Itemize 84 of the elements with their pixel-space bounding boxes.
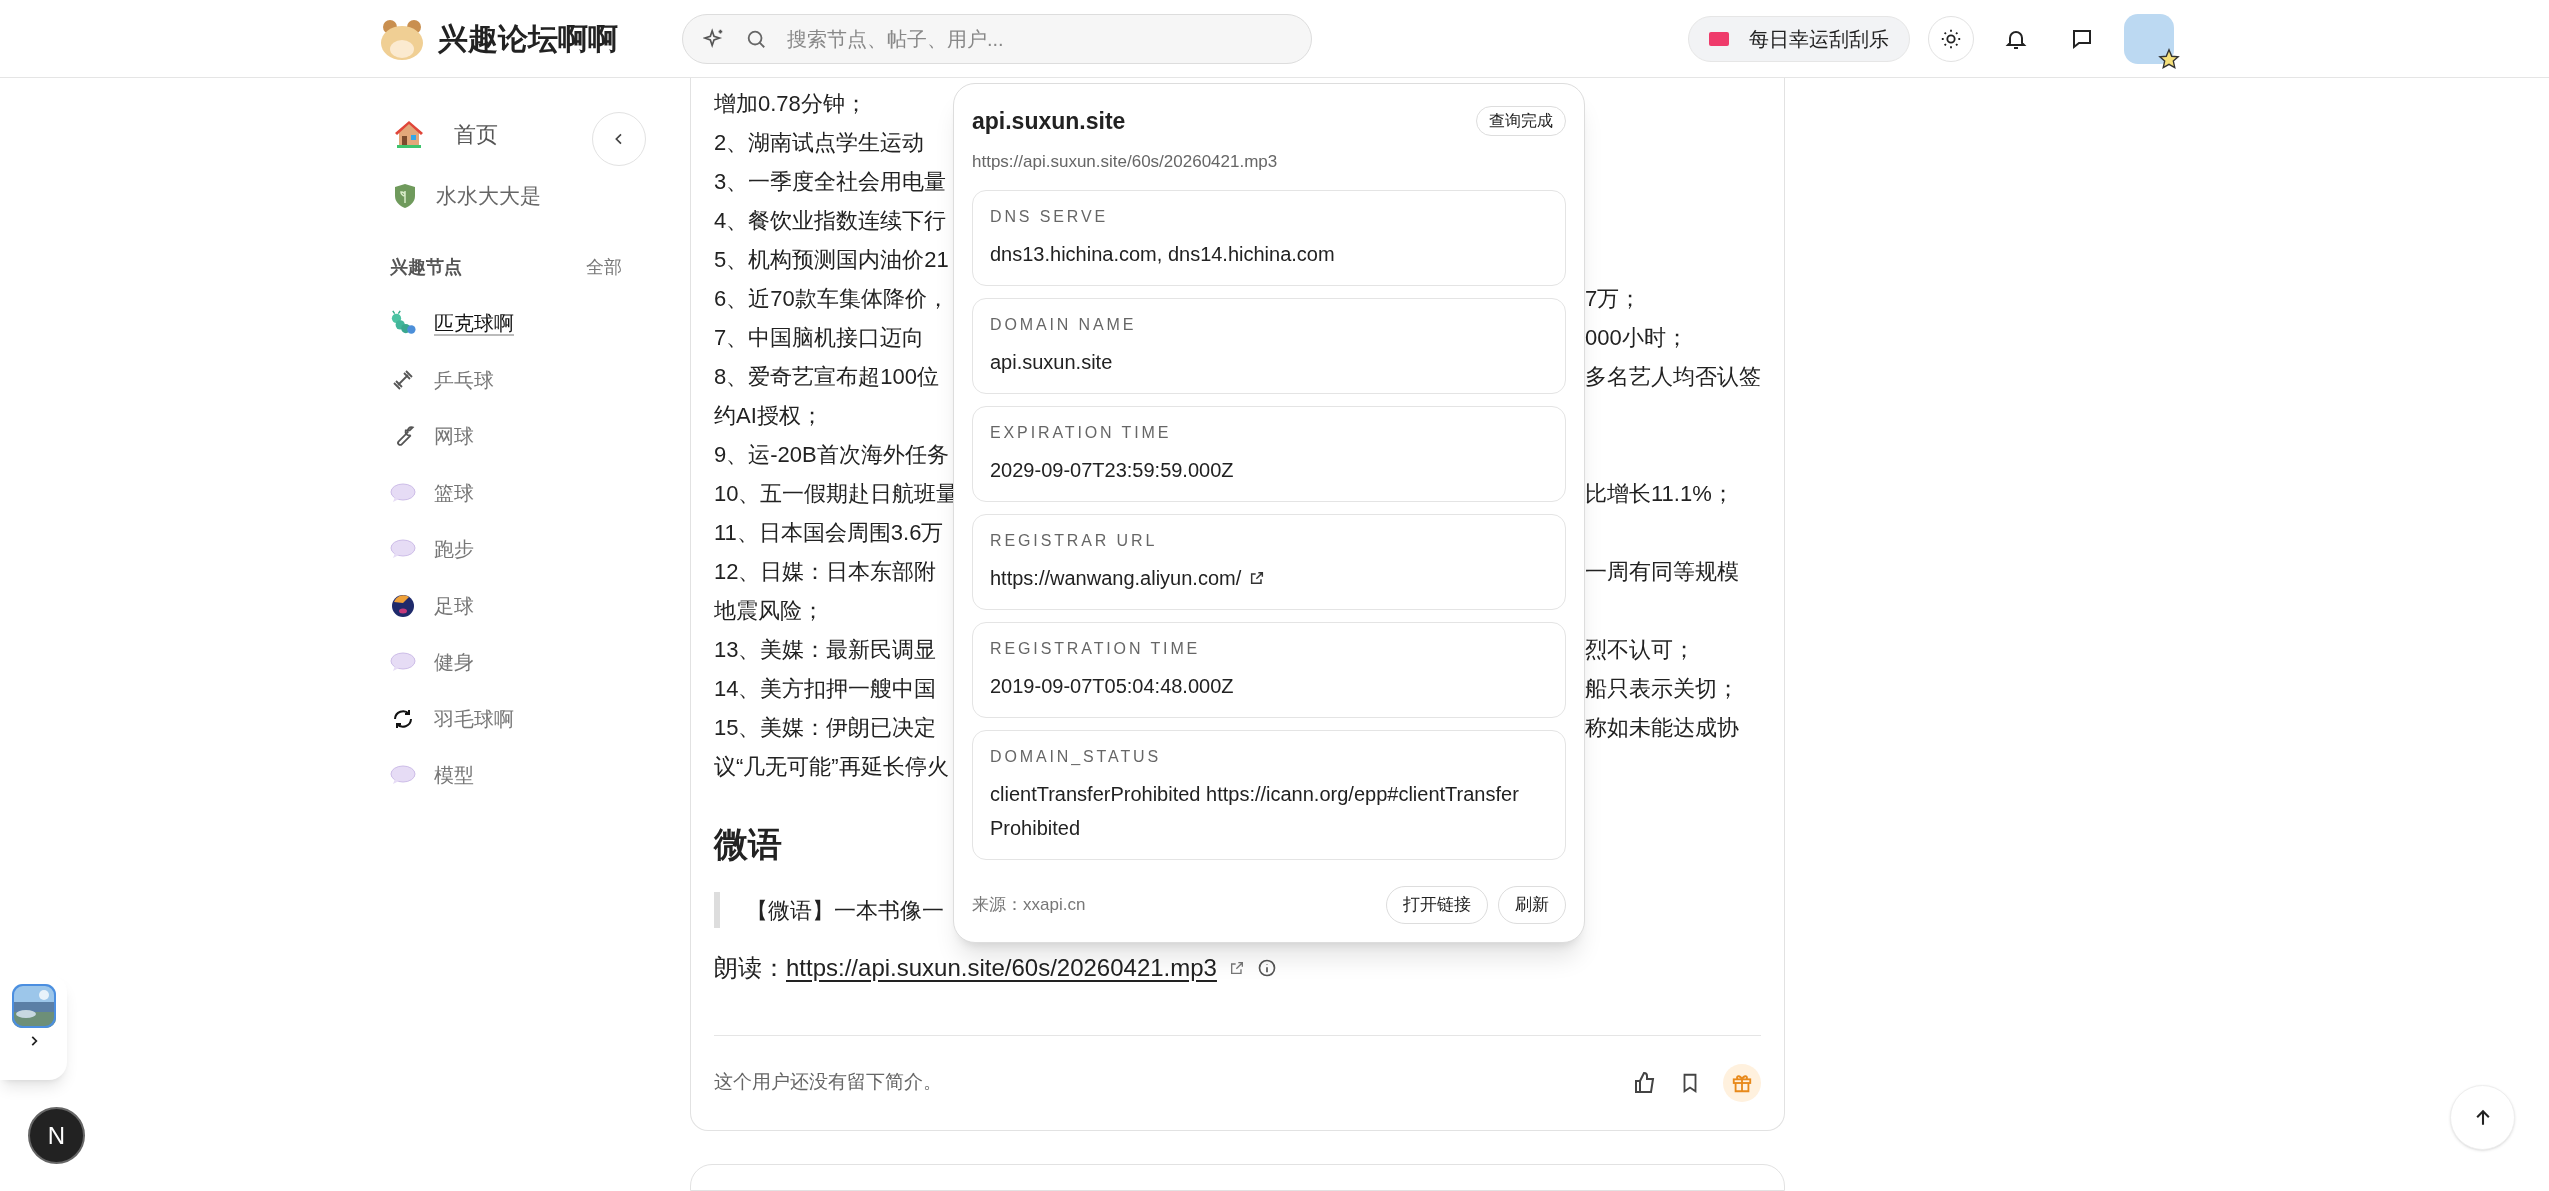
sparkle-icon[interactable] (703, 27, 725, 50)
article-line: 增加0.78分钟； (714, 90, 867, 118)
user-avatar[interactable] (2124, 13, 2174, 64)
sidebar-node-item[interactable]: 模型 (390, 747, 650, 804)
section-title: 兴趣节点 (390, 256, 462, 279)
article-line: 多名艺人均否认签 (1585, 363, 1761, 391)
read-label: 朗读： (714, 953, 786, 983)
ball-icon (391, 593, 415, 618)
source-text: 来源：xxapi.cn (972, 894, 1086, 917)
ticket-icon (1709, 31, 1729, 46)
field-label: EXPIRATION TIME (990, 423, 1173, 443)
search-field[interactable]: 搜索节点、帖子、用户... (787, 23, 1291, 54)
article-line: 15、美媒：伊朗已决定 (714, 715, 937, 740)
popup-title: api.suxun.site (972, 107, 1126, 136)
site-name[interactable]: 兴趣论坛啊啊 (438, 16, 618, 61)
sidebar-node-item[interactable]: 羽毛球啊 (390, 690, 650, 747)
article-line: 5、机构预测国内油价21 (714, 246, 949, 274)
popup-url: https://api.suxun.site/60s/20260421.mp3 (972, 150, 1279, 173)
article-line: 4、餐饮业指数连续下行 (714, 207, 947, 235)
article-line: 比增长11.1%； (1585, 480, 1734, 508)
search-bar[interactable]: 搜索节点、帖子、用户... (682, 13, 1312, 64)
article-line: 约AI授权； (714, 402, 823, 430)
article-line: 6、近70款车集体降价， (714, 286, 949, 311)
author-bio: 这个用户还没有留下简介。 (714, 1070, 942, 1095)
nav-item[interactable]: 首页 (390, 112, 650, 156)
article-line: 7、中国脑机接口迈向 (714, 325, 925, 350)
star-icon (2158, 47, 2180, 70)
audio-link[interactable]: https://api.suxun.site/60s/20260421.mp3 (786, 950, 1217, 986)
article-line: 2、湖南试点学生运动 (714, 129, 925, 157)
field-value: https://wanwang.aliyun.com/ (990, 566, 1242, 591)
article-line: 13、美媒：最新民调显 (714, 637, 937, 662)
article-line: 烈不认可； (1585, 636, 1695, 664)
gift-button[interactable] (1723, 1063, 1761, 1102)
field-label: DNS SERVE (990, 207, 1110, 227)
field-value: clientTransferProhibited https://icann.org/epp#clientTransferProhibited (990, 782, 1520, 841)
article-line: 9、运-20B首次海外任务 (714, 441, 949, 469)
speech-bubble-icon (390, 765, 416, 786)
nav-item[interactable]: 水水大大是 (390, 174, 650, 218)
sidebar-node-item[interactable]: 足球 (390, 577, 650, 634)
sidebar-node-item[interactable]: 网球 (390, 408, 650, 465)
article-line: 12、日媒：日本东部附 (714, 559, 937, 584)
sidebar-node-item[interactable]: 篮球 (390, 464, 650, 521)
article-line: 14、美方扣押一艘中国 (714, 676, 937, 701)
sun-icon (1940, 27, 1962, 50)
floating-player-card[interactable] (0, 974, 67, 1080)
section-heading: 微语 (714, 824, 782, 865)
article-line: 7万； (1585, 285, 1642, 313)
like-icon[interactable] (1633, 1070, 1657, 1095)
field-label: DOMAIN_STATUS (990, 747, 1163, 767)
article-line: 11、日本国会周围3.6万 (714, 519, 944, 547)
field-value: 2029-09-07T23:59:59.000Z (990, 458, 1234, 483)
external-link-icon[interactable] (1249, 570, 1266, 586)
dumbbell-icon (391, 367, 415, 392)
article-line: 10、五一假期赴日航班量 (714, 481, 959, 506)
article-line: 议“几无可能”再延长停火 (714, 753, 949, 781)
field-value: api.suxun.site (990, 350, 1113, 375)
article-line: 一周有同等规模 (1585, 558, 1739, 586)
house-icon (394, 120, 424, 148)
quote-text: 【微语】一本书像一 (746, 896, 944, 925)
speech-bubble-icon (390, 539, 416, 560)
field-value: 2019-09-07T05:04:48.000Z (990, 674, 1234, 699)
scratch-card-button[interactable]: 每日幸运刮刮乐 (1688, 15, 1910, 62)
shield-icon (394, 183, 416, 209)
letter-avatar-button[interactable]: N (28, 1107, 85, 1164)
speech-bubble-icon (390, 652, 416, 673)
speech-bubble-icon (390, 482, 416, 503)
article-line: 船只表示关切； (1585, 675, 1739, 703)
article-line: 8、爱奇艺宣布超100位 (714, 364, 939, 389)
view-all-link[interactable]: 全部 (586, 254, 622, 281)
sidebar-node-item[interactable]: 跑步 (390, 521, 650, 578)
field-label: REGISTRAR URL (990, 531, 1159, 551)
article-line: 3、一季度全社会用电量 (714, 168, 947, 196)
field-value: dns13.hichina.com, dns14.hichina.com (990, 242, 1335, 267)
article-line: 称如未能达成协 (1585, 714, 1739, 742)
caterpillar-icon (390, 310, 416, 337)
sidebar-node-item[interactable]: 乒乓球 (390, 351, 650, 408)
article-line: 地震风险； (714, 597, 824, 625)
article-line: 000小时； (1585, 324, 1688, 352)
field-label: DOMAIN NAME (990, 315, 1138, 335)
sidebar-node-item[interactable]: 匹克球啊 (390, 295, 650, 352)
sidebar-node-item[interactable]: 健身 (390, 634, 650, 691)
info-icon[interactable] (1256, 958, 1277, 978)
field-label: REGISTRATION TIME (990, 639, 1202, 659)
quote-bar (714, 892, 720, 928)
